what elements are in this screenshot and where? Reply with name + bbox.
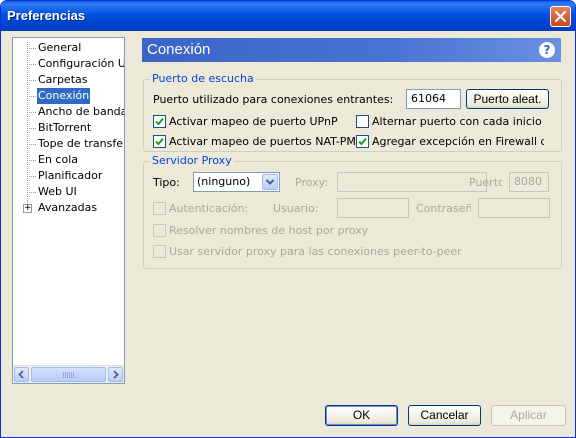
tree-item-label: Planificador	[38, 169, 103, 182]
apply-button[interactable]: Aplicar	[491, 405, 566, 426]
scroll-thumb[interactable]	[31, 367, 106, 382]
tree-item-advanced[interactable]: + Avanzadas	[13, 200, 124, 216]
tree-item-label: Ancho de banda	[38, 105, 124, 118]
group-title: Puerto de escucha	[150, 72, 256, 85]
tree-item-bittorrent[interactable]: BitTorrent	[13, 120, 124, 136]
proxy-port-input[interactable]: 8080	[509, 172, 549, 192]
natpmp-label: Activar mapeo de puertos NAT-PMP	[169, 135, 363, 148]
tree-item-label: General	[38, 41, 82, 54]
resolve-hostnames-label: Resolver nombres de host por proxy	[169, 224, 369, 237]
chevron-right-icon	[113, 370, 119, 379]
help-icon[interactable]: ?	[539, 42, 555, 58]
natpmp-checkbox[interactable]	[153, 135, 166, 148]
proxy-user-input[interactable]	[337, 198, 409, 218]
scroll-left-button[interactable]	[14, 367, 29, 382]
tree-item-label: Carpetas	[38, 73, 88, 86]
preferences-window: Preferencias General Configuración UI Ca…	[0, 0, 576, 438]
proxy-type-value: (ninguno)	[197, 175, 251, 188]
proxy-user-label: Usuario:	[273, 202, 319, 215]
tree-item-label: Tope de transferencia	[38, 137, 124, 150]
alternate-port-checkbox[interactable]	[356, 115, 369, 128]
tree-item-label: En cola	[38, 153, 78, 166]
proxy-auth-checkbox[interactable]	[153, 202, 166, 215]
tree-items: General Configuración UI Carpetas Conexi…	[13, 40, 124, 366]
tree-item-web-ui[interactable]: Web UI	[13, 184, 124, 200]
listening-port-group: Puerto de escucha Puerto utilizado para …	[143, 72, 562, 152]
cancel-button[interactable]: Cancelar	[408, 405, 481, 426]
proxy-type-label: Tipo:	[153, 176, 180, 189]
page-header: Conexión ?	[142, 38, 561, 62]
close-icon	[554, 10, 567, 23]
upnp-label: Activar mapeo de puerto UPnP	[169, 115, 338, 128]
proxy-server-group: Servidor Proxy Tipo: (ninguno) Proxy: Pu…	[143, 154, 562, 269]
chevron-down-icon[interactable]	[262, 174, 278, 190]
firewall-label: Agregar excepción en Firewall de Windows	[372, 135, 544, 148]
scroll-right-button[interactable]	[108, 367, 123, 382]
group-title: Servidor Proxy	[150, 154, 234, 167]
horizontal-scrollbar[interactable]	[13, 365, 124, 383]
proxy-host-label: Proxy:	[295, 176, 329, 189]
random-port-button[interactable]: Puerto aleat.	[466, 89, 549, 109]
port-label: Puerto utilizado para conexiones entrant…	[153, 93, 394, 106]
tree-item-folders[interactable]: Carpetas	[13, 72, 124, 88]
check-icon	[155, 137, 164, 146]
proxy-port-label: Puerto:	[469, 176, 502, 189]
proxy-password-label: Contraseña:	[416, 202, 471, 215]
peer-proxy-label: Usar servidor proxy para las conexiones …	[169, 245, 462, 258]
tree-item-label: Avanzadas	[38, 201, 98, 214]
tree-item-label: Conexión	[37, 88, 91, 104]
page-title: Conexión	[147, 41, 211, 58]
check-icon	[155, 117, 164, 126]
peer-proxy-checkbox[interactable]	[153, 245, 166, 258]
tree-item-label: BitTorrent	[38, 121, 92, 134]
tree-item-ui-settings[interactable]: Configuración UI	[13, 56, 124, 72]
upnp-checkbox[interactable]	[153, 115, 166, 128]
alternate-port-label: Alternar puerto con cada inicio	[372, 115, 542, 128]
window-title: Preferencias	[7, 8, 86, 23]
tree-item-bandwidth[interactable]: Ancho de banda	[13, 104, 124, 120]
chevron-left-icon	[18, 370, 24, 379]
tree-item-transfer-cap[interactable]: Tope de transferencia	[13, 136, 124, 152]
tree-item-scheduler[interactable]: Planificador	[13, 168, 124, 184]
proxy-auth-label: Autenticación:	[169, 202, 249, 215]
tree-item-label: Configuración UI	[38, 57, 124, 70]
port-input[interactable]: 61064	[406, 89, 461, 109]
tree-item-connection[interactable]: Conexión	[13, 88, 124, 104]
tree-item-label: Web UI	[38, 185, 77, 198]
ok-button[interactable]: OK	[325, 405, 398, 426]
tree-item-general[interactable]: General	[13, 40, 124, 56]
category-tree[interactable]: General Configuración UI Carpetas Conexi…	[12, 37, 125, 384]
proxy-host-input[interactable]	[337, 172, 487, 192]
resolve-hostnames-checkbox[interactable]	[153, 224, 166, 237]
expand-icon[interactable]: +	[23, 204, 32, 213]
tree-item-queueing[interactable]: En cola	[13, 152, 124, 168]
close-button[interactable]	[550, 6, 571, 27]
firewall-checkbox[interactable]	[356, 135, 369, 148]
title-bar[interactable]: Preferencias	[1, 1, 575, 31]
proxy-password-input[interactable]	[478, 198, 550, 218]
check-icon	[358, 137, 367, 146]
proxy-type-select[interactable]: (ninguno)	[193, 172, 280, 192]
